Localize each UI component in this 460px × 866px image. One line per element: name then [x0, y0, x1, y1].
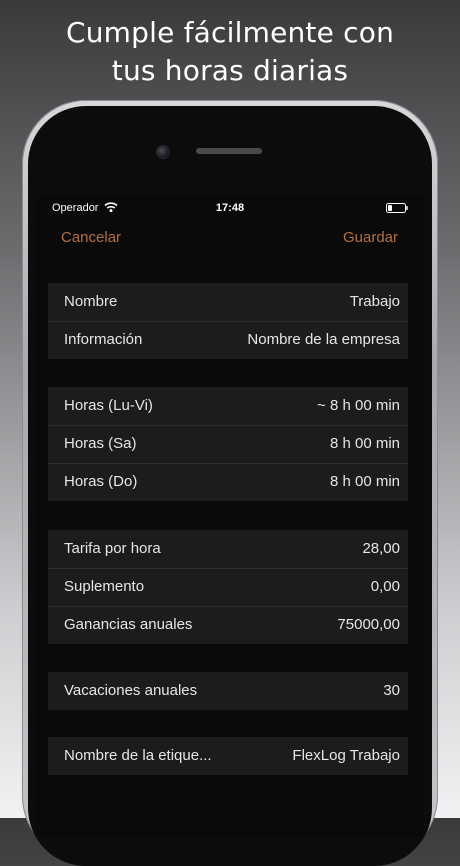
- row-informacion[interactable]: Información Nombre de la empresa: [48, 321, 408, 359]
- row-value: 8 h 00 min: [329, 435, 400, 452]
- row-value: ~ 8 h 00 min: [317, 397, 400, 414]
- row-label: Tarifa por hora: [64, 540, 161, 557]
- battery-icon: [386, 203, 408, 213]
- row-value: Nombre de la empresa: [247, 331, 400, 348]
- row-value: 8 h 00 min: [329, 473, 400, 490]
- row-label: Suplemento: [64, 578, 145, 595]
- headline-line-2: tus horas diarias: [111, 54, 349, 87]
- headline-line-1: Cumple fácilmente con: [65, 16, 395, 49]
- row-label: Horas (Sa): [64, 435, 137, 452]
- row-label: Nombre de la etique...: [64, 747, 212, 764]
- cancel-button[interactable]: Cancelar: [61, 229, 121, 246]
- section-general: Nombre Trabajo Información Nombre de la …: [48, 283, 408, 359]
- section-tag: Nombre de la etique... FlexLog Trabajo: [48, 737, 408, 775]
- row-label: Horas (Do): [64, 473, 138, 490]
- row-horas-lu-vi[interactable]: Horas (Lu-Vi) ~ 8 h 00 min: [48, 387, 408, 425]
- row-horas-sa[interactable]: Horas (Sa) 8 h 00 min: [48, 425, 408, 463]
- row-label: Información: [64, 331, 143, 348]
- row-nombre[interactable]: Nombre Trabajo: [48, 283, 408, 321]
- row-vacaciones-anuales[interactable]: Vacaciones anuales 30: [48, 672, 408, 710]
- section-earnings: Tarifa por hora 28,00 Suplemento 0,00 Ga…: [48, 530, 408, 644]
- row-value: 28,00: [362, 540, 400, 557]
- row-tarifa-por-hora[interactable]: Tarifa por hora 28,00: [48, 530, 408, 568]
- row-value: Trabajo: [349, 293, 400, 310]
- row-value: 30: [383, 682, 400, 699]
- camera-icon: [156, 145, 170, 159]
- section-vacation: Vacaciones anuales 30: [48, 672, 408, 710]
- row-horas-do[interactable]: Horas (Do) 8 h 00 min: [48, 463, 408, 501]
- save-button[interactable]: Guardar: [343, 229, 398, 246]
- status-bar: Operador 17:48: [36, 196, 424, 220]
- speaker-grille: [196, 148, 262, 154]
- row-value: FlexLog Trabajo: [292, 747, 400, 764]
- row-value: 0,00: [370, 578, 400, 595]
- row-label: Vacaciones anuales: [64, 682, 198, 699]
- marketing-headline: Cumple fácilmente con tus horas diarias: [0, 14, 460, 90]
- row-value: 75000,00: [337, 616, 400, 633]
- row-nombre-etiqueta[interactable]: Nombre de la etique... FlexLog Trabajo: [48, 737, 408, 775]
- phone-screen: Operador 17:48 Cancelar Guardar Nombre T…: [36, 196, 424, 836]
- navigation-bar: Cancelar Guardar: [36, 226, 424, 250]
- row-label: Horas (Lu-Vi): [64, 397, 153, 414]
- status-time: 17:48: [215, 202, 245, 214]
- row-ganancias-anuales[interactable]: Ganancias anuales 75000,00: [48, 606, 408, 644]
- row-label: Ganancias anuales: [64, 616, 193, 633]
- section-hours: Horas (Lu-Vi) ~ 8 h 00 min Horas (Sa) 8 …: [48, 387, 408, 501]
- row-suplemento[interactable]: Suplemento 0,00: [48, 568, 408, 606]
- row-label: Nombre: [64, 293, 118, 310]
